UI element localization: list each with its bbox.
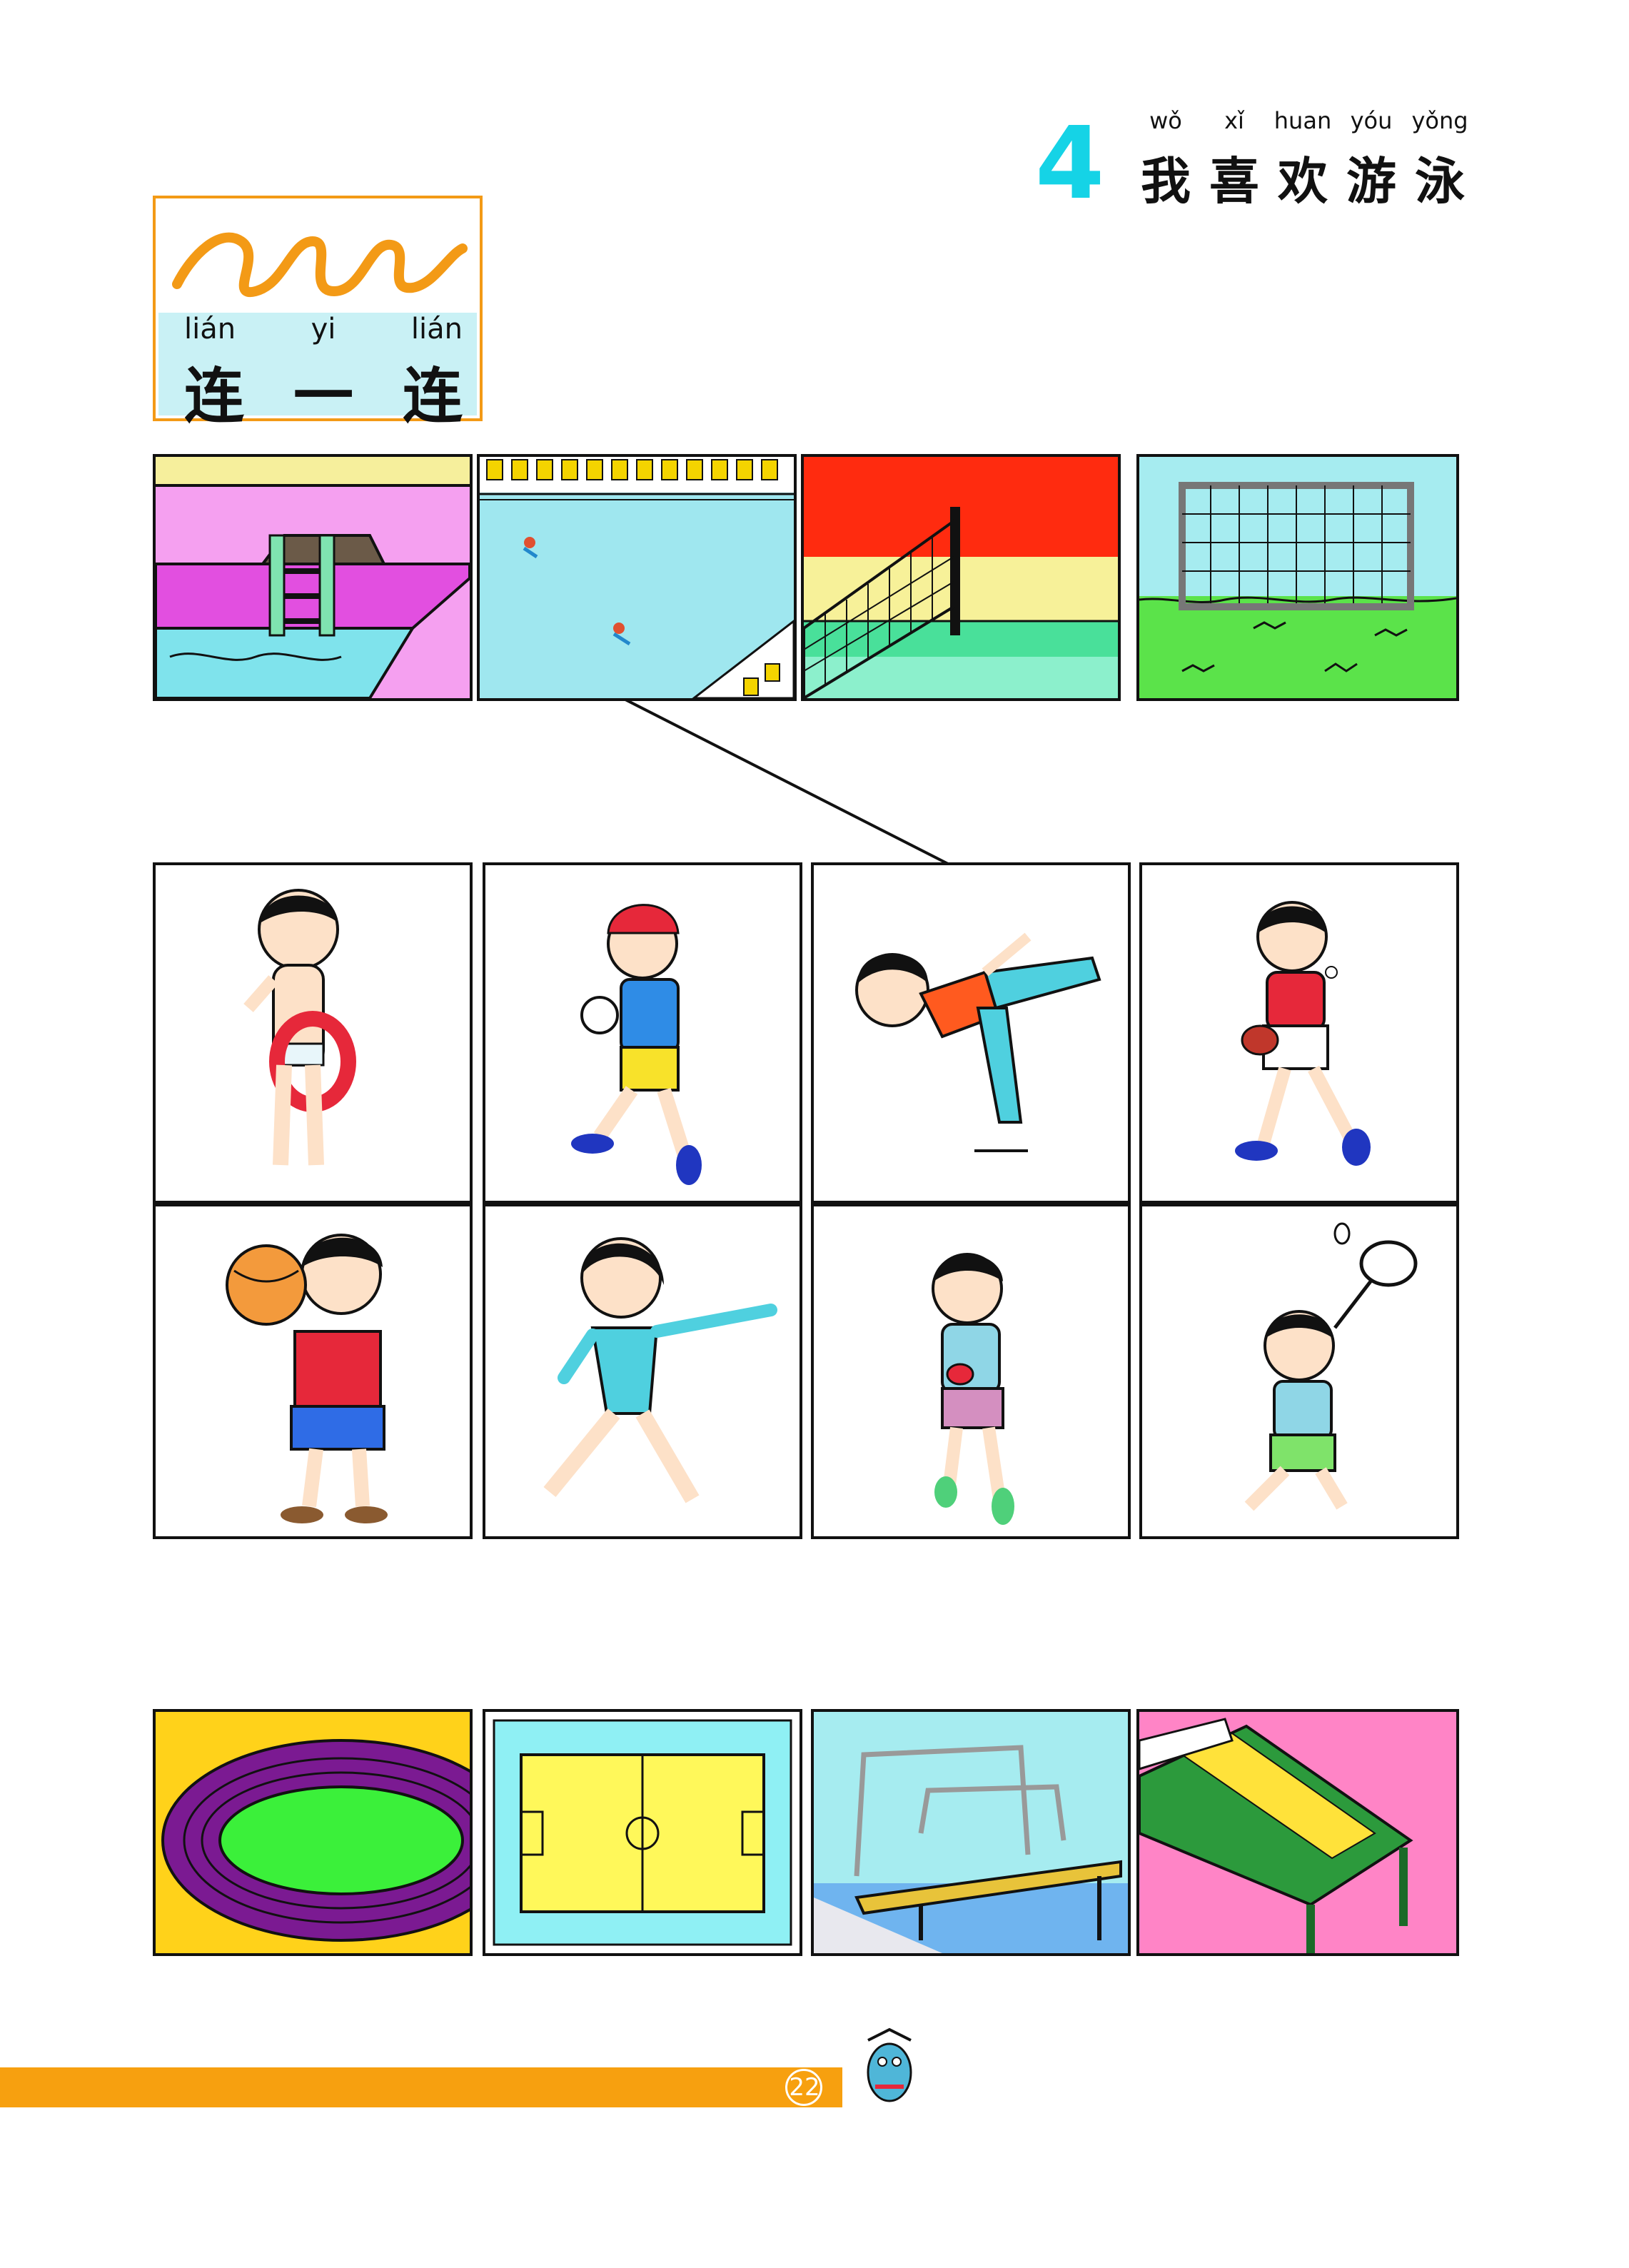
instruction-pinyin: lián yi lián xyxy=(184,313,463,346)
soccer-goal-illustration xyxy=(1139,457,1456,698)
title-pinyin-3: huan xyxy=(1274,107,1332,134)
title-hanzi-4: 游 xyxy=(1346,151,1396,211)
gymnast-illustration xyxy=(543,1237,777,1503)
soccer-player-illustration xyxy=(571,904,702,1185)
lesson-title: wǒ xǐ huan yóu yǒng 我 喜 欢 游 泳 xyxy=(1131,107,1474,213)
ice-rink-illustration xyxy=(480,457,794,698)
instruction-hanzi: 连 一 连 xyxy=(184,348,463,435)
title-hanzi-3: 欢 xyxy=(1278,151,1328,211)
title-pinyin: wǒ xǐ huan yóu yǒng xyxy=(1131,107,1474,138)
running-track-illustration xyxy=(156,1712,470,1953)
badminton-player-illustration xyxy=(1244,1222,1418,1511)
title-hanzi-1: 我 xyxy=(1141,151,1191,211)
soccer-field-illustration xyxy=(485,1712,800,1953)
page-footer-bar xyxy=(0,2067,842,2107)
volleyball-court-illustration xyxy=(804,457,1118,698)
title-pinyin-5: yǒng xyxy=(1411,107,1468,134)
venue-volleyball-court[interactable] xyxy=(801,454,1121,701)
athlete-figure-skater[interactable] xyxy=(811,862,1131,1204)
instruction-hanzi-1: 连 xyxy=(184,361,245,431)
venue-ice-rink[interactable] xyxy=(477,454,797,701)
instruction-pinyin-3: lián xyxy=(410,313,463,346)
instruction-box: lián yi lián 连 一 连 xyxy=(153,196,483,431)
athlete-table-tennis-player[interactable] xyxy=(1139,862,1459,1204)
instruction-pinyin-2: yi xyxy=(311,313,336,346)
instruction-pinyin-1: lián xyxy=(184,313,236,346)
venue-table-tennis-table[interactable] xyxy=(1136,1709,1459,1956)
wave-icon xyxy=(172,232,468,298)
figure-skater-illustration xyxy=(855,932,1101,1152)
page-number: 22 xyxy=(789,2073,820,2102)
table-tennis-table-illustration xyxy=(1139,1712,1456,1953)
instruction-hanzi-3: 连 xyxy=(402,361,463,431)
mascot-icon xyxy=(867,2027,912,2102)
title-pinyin-2: xǐ xyxy=(1224,107,1244,134)
venue-gymnastics-apparatus[interactable] xyxy=(811,1709,1131,1956)
lesson-number: 4 xyxy=(1035,106,1105,222)
athlete-runner[interactable] xyxy=(811,1204,1131,1539)
venue-soccer-goal[interactable] xyxy=(1136,454,1459,701)
basketball-player-illustration xyxy=(226,1234,388,1523)
athlete-swimmer[interactable] xyxy=(153,862,473,1204)
title-pinyin-4: yóu xyxy=(1350,107,1393,134)
athlete-soccer-player[interactable] xyxy=(483,862,802,1204)
venue-soccer-field[interactable] xyxy=(483,1709,802,1956)
venue-swimming-pool[interactable] xyxy=(153,454,473,701)
runner-illustration xyxy=(932,1253,1014,1525)
table-tennis-player-illustration xyxy=(1235,901,1371,1166)
instruction-hanzi-2: 一 xyxy=(293,361,353,431)
title-hanzi: 我 喜 欢 游 泳 xyxy=(1131,141,1474,213)
title-pinyin-1: wǒ xyxy=(1149,107,1182,134)
athlete-gymnast[interactable] xyxy=(483,1204,802,1539)
title-hanzi-5: 泳 xyxy=(1415,151,1465,211)
swimmer-illustration xyxy=(243,889,356,1166)
athlete-badminton-player[interactable] xyxy=(1139,1204,1459,1539)
venue-running-track[interactable] xyxy=(153,1709,473,1956)
swimming-pool-illustration xyxy=(156,457,470,698)
title-hanzi-2: 喜 xyxy=(1209,151,1259,211)
gymnastics-apparatus-illustration xyxy=(814,1712,1128,1953)
athlete-basketball-player[interactable] xyxy=(153,1204,473,1539)
